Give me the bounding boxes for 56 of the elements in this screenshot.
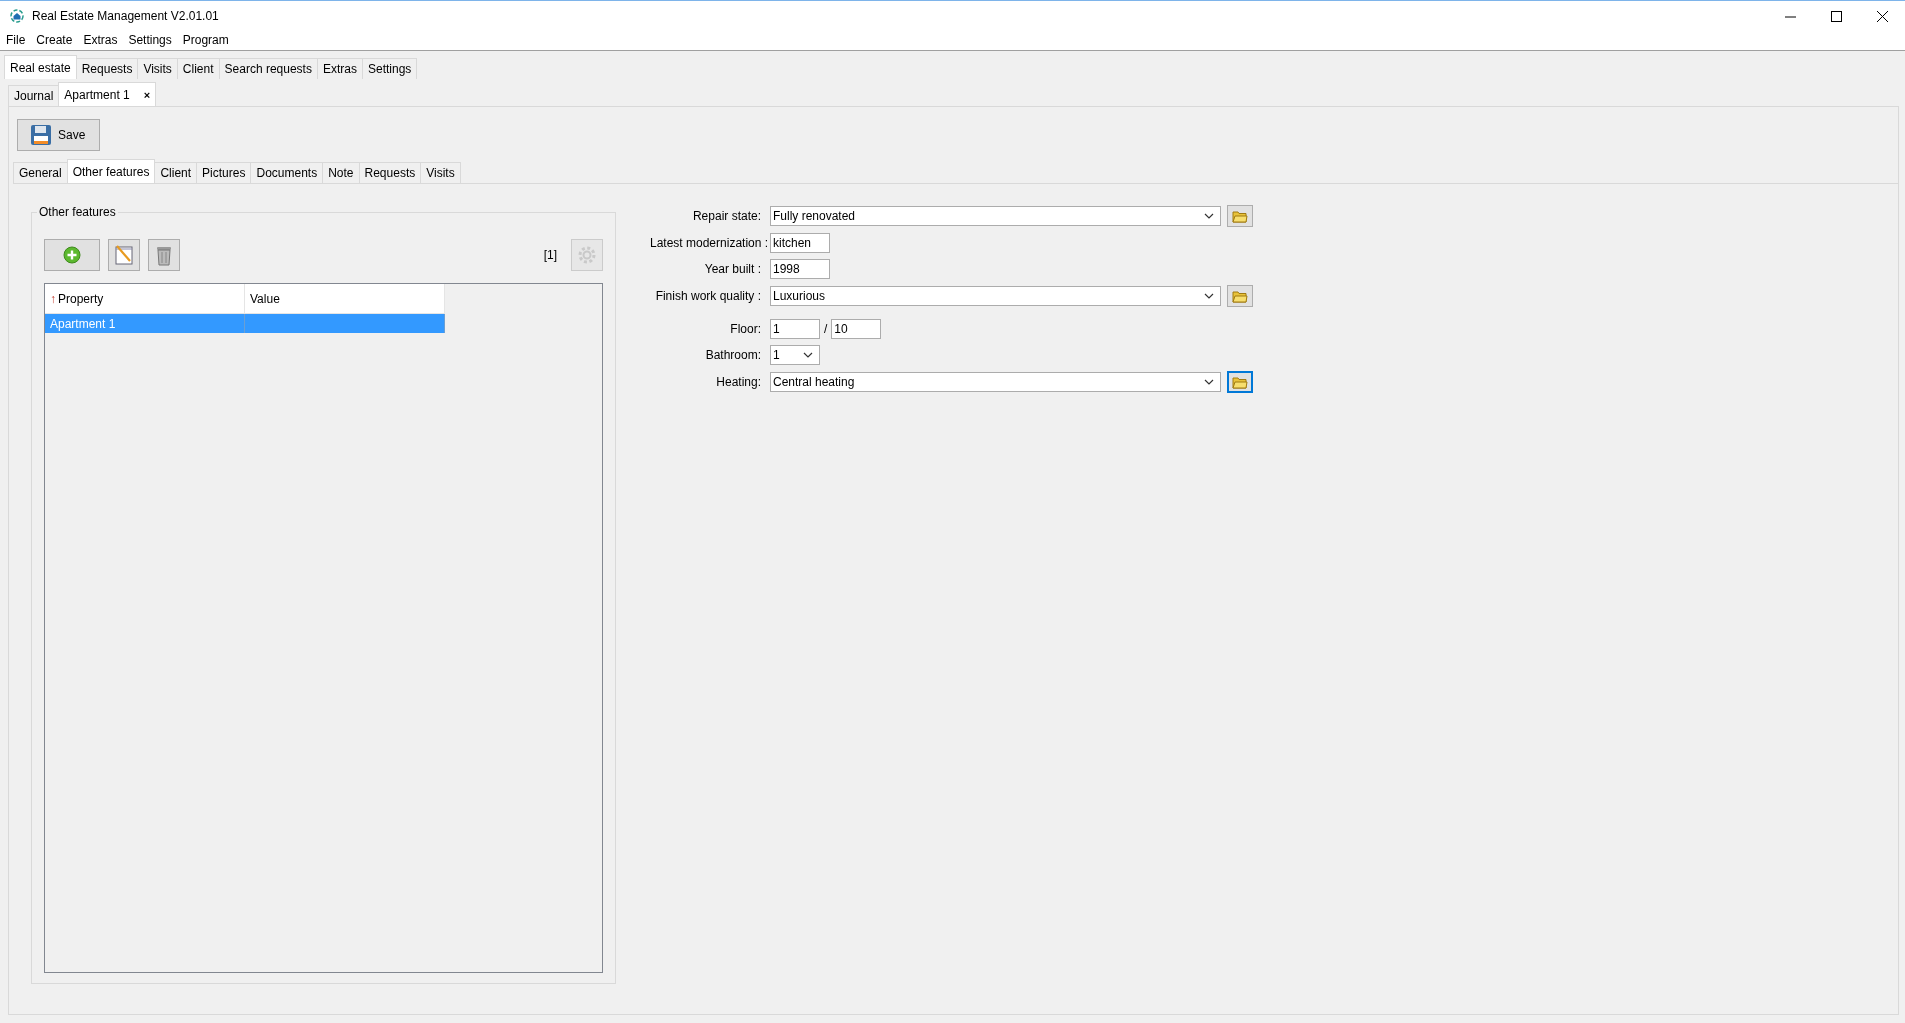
folder-icon [1232,375,1248,389]
tab[interactable]: Journal [8,85,60,106]
menu-item[interactable]: Create [31,33,78,47]
item-count: [1] [543,248,557,262]
tab[interactable]: Requests [75,58,139,79]
field-label: Bathroom: [704,348,762,362]
close-tab-button[interactable]: × [143,89,151,101]
window-title: Real Estate Management V2.01.01 [32,9,219,23]
menu-item[interactable]: Settings [123,33,177,47]
tab[interactable]: Real estate [4,55,77,79]
menu-item[interactable]: Program [177,33,234,47]
folder-icon [1232,209,1248,223]
tab[interactable]: Settings [361,58,418,79]
maximize-icon[interactable] [1830,10,1842,22]
dropdown-field[interactable]: Fully renovated [770,206,1221,226]
dropdown-field[interactable]: Central heating [770,372,1221,392]
dropdown-caret-icon [1204,379,1214,385]
edit-button[interactable] [108,239,140,271]
dropdown-field[interactable]: Luxurious [770,286,1221,306]
dropdown-caret-icon [1204,213,1214,219]
add-button[interactable] [44,239,100,271]
menu-item[interactable]: Extras [78,33,123,47]
field-label: Latest modernization : [650,236,770,250]
text-field[interactable]: 10 [831,319,882,339]
table-cell: Apartment 1 [45,314,245,333]
separator-label: / [824,322,828,336]
delete-button[interactable] [148,239,180,271]
plus-circle-icon [63,246,81,264]
text-field[interactable]: 1 [770,319,820,339]
dropdown-caret-icon [803,352,813,358]
trash-can-icon [155,244,173,266]
close-icon[interactable] [1876,10,1888,22]
dropdown-field[interactable]: 1 [770,345,820,365]
menu-item[interactable]: File [0,33,31,47]
tab[interactable]: Requests [358,162,422,183]
tab[interactable]: General [13,162,68,183]
field-label: Heating: [715,375,762,389]
field-label: Floor: [729,322,762,336]
folder-icon [1232,289,1248,303]
folder-button[interactable] [1227,371,1253,393]
tab[interactable]: Apartment 1 × [58,82,157,106]
tab[interactable]: Visits [420,162,461,183]
folder-button[interactable] [1227,205,1253,227]
field-label: Finish work quality : [654,289,762,303]
field-label: Year built : [703,262,762,276]
group-title: Other features [37,205,118,219]
tab[interactable]: Search requests [218,58,318,79]
field-label: Repair state: [691,209,762,223]
text-field[interactable]: 1998 [770,259,830,279]
dropdown-caret-icon [1204,293,1214,299]
folder-button[interactable] [1227,285,1253,307]
notepad-pencil-icon [113,244,135,266]
save-button[interactable]: Save [17,119,100,151]
text-field[interactable]: kitchen [770,233,830,253]
house-logo-icon [10,9,24,23]
tab[interactable]: Other features [66,159,156,183]
